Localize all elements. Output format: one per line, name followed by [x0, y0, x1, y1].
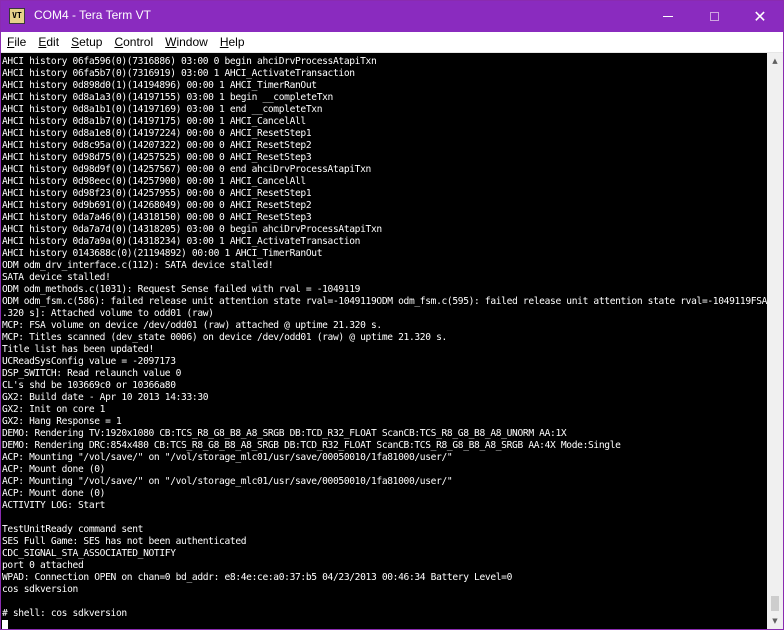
terminal-line: AHCI history 06fa5b7(0)(7316919) 03:00 1… [2, 68, 355, 79]
terminal-line: DSP_SWITCH: Read relaunch value 0 [2, 368, 182, 379]
terminal-line: TestUnitReady command sent [2, 524, 144, 535]
vertical-scrollbar[interactable]: ▲ ▼ [767, 53, 783, 629]
terminal-line: ACP: Mounting "/vol/save/" on "/vol/stor… [2, 452, 453, 463]
terminal-line: GX2: Build date - Apr 10 2013 14:33:30 [2, 392, 209, 403]
terminal-line: ACP: Mounting "/vol/save/" on "/vol/stor… [2, 476, 453, 487]
terminal-line: ODM odm_drv_interface.c(112): SATA devic… [2, 260, 274, 271]
terminal-line: AHCI history 0da7a9a(0)(14318234) 03:00 … [2, 236, 361, 247]
terminal-line: port 0 attached [2, 560, 84, 571]
terminal-line: DEMO: Rendering DRC:854x480 CB:TCS_R8_G8… [2, 440, 621, 451]
menu-setup-label: etup [79, 35, 103, 49]
terminal-line: DEMO: Rendering TV:1920x1080 CB:TCS_R8_G… [2, 428, 567, 439]
terminal-line: ODM odm_methods.c(1031): Request Sense f… [2, 284, 361, 295]
tera-term-window: VT COM4 - Tera Term VT ✕ File Edit Setup… [0, 0, 784, 630]
menu-window-label: indow [176, 35, 208, 49]
terminal-line: AHCI history 0d98d9f(0)(14257567) 00:00 … [2, 164, 371, 175]
menu-control[interactable]: Control [109, 35, 158, 49]
terminal-line: AHCI history 0d8a1a3(0)(14197155) 03:00 … [2, 92, 333, 103]
terminal-line: .320 s]: Attached volume to odd01 (raw) [2, 308, 214, 319]
terminal-line: ACTIVITY LOG: Start [2, 500, 106, 511]
menu-help-accel: H [219, 35, 229, 49]
menu-edit[interactable]: Edit [33, 35, 64, 49]
terminal-line: AHCI history 0143688c(0)(21194892) 00:00… [2, 248, 323, 259]
terminal-line: Title list has been updated! [2, 344, 154, 355]
menu-window[interactable]: Window [160, 35, 213, 49]
menu-help-label: elp [228, 35, 245, 49]
menu-window-accel: W [165, 35, 177, 49]
terminal-line: AHCI history 0d8a1e8(0)(14197224) 00:00 … [2, 128, 312, 139]
menu-control-label: ontrol [123, 35, 154, 49]
menu-bar: File Edit Setup Control Window Help [1, 32, 783, 53]
terminal-line: WPAD: Connection OPEN on chan=0 bd_addr:… [2, 572, 513, 583]
terminal-line: SES Full Game: SES has not been authenti… [2, 536, 247, 547]
terminal-line: MCP: FSA volume on device /dev/odd01 (ra… [2, 320, 382, 331]
terminal-cursor [2, 620, 8, 629]
title-bar[interactable]: VT COM4 - Tera Term VT ✕ [1, 1, 783, 32]
close-icon: ✕ [753, 6, 767, 26]
terminal-line: MCP: Titles scanned (dev_state 0006) on … [2, 332, 447, 343]
terminal-line: ACP: Mount done (0) [2, 488, 106, 499]
menu-file-label: ile [14, 35, 27, 49]
scrollbar-thumb[interactable] [771, 596, 779, 611]
terminal-line: AHCI history 06fa596(0)(7316886) 03:00 0… [2, 56, 377, 67]
window-title: COM4 - Tera Term VT [34, 8, 151, 22]
minimize-button[interactable] [645, 1, 691, 32]
menu-setup[interactable]: Setup [66, 35, 107, 49]
scroll-down-arrow-icon[interactable]: ▼ [767, 613, 783, 629]
terminal-line: AHCI history 0da7a7d(0)(14318205) 03:00 … [2, 224, 382, 235]
terminal-line: ACP: Mount done (0) [2, 464, 106, 475]
minimize-icon [663, 16, 673, 17]
terminal-line: GX2: Hang Response = 1 [2, 416, 122, 427]
terminal-line: AHCI history 0d898d0(1)(14194896) 00:00 … [2, 80, 317, 91]
terminal-line: CDC_SIGNAL_STA_ASSOCIATED_NOTIFY [2, 548, 176, 559]
terminal-line: ODM odm_fsm.c(586): failed release unit … [2, 296, 767, 307]
menu-setup-accel: S [71, 35, 80, 49]
terminal-line: GX2: Init on core 1 [2, 404, 106, 415]
terminal-line: AHCI history 0d98d75(0)(14257525) 00:00 … [2, 152, 312, 163]
terminal-line: AHCI history 0d9b691(0)(14268049) 00:00 … [2, 200, 312, 211]
terminal-line: UCReadSysConfig value = -2097173 [2, 356, 176, 367]
terminal-line: AHCI history 0d98eec(0)(14257900) 00:00 … [2, 176, 306, 187]
terminal-line: AHCI history 0d8c95a(0)(14207322) 00:00 … [2, 140, 312, 151]
scroll-up-arrow-icon[interactable]: ▲ [767, 53, 783, 69]
terminal-line: SATA device stalled! [2, 272, 111, 283]
menu-help[interactable]: Help [215, 35, 250, 49]
maximize-button[interactable] [691, 1, 737, 32]
terminal-line: AHCI history 0d8a1b7(0)(14197175) 00:00 … [2, 116, 306, 127]
terminal-line: # shell: cos sdkversion [2, 608, 127, 619]
terminal-line: CL's shd be 103669c0 or 10366a80 [2, 380, 176, 391]
terminal-screen[interactable]: AHCI history 06fa596(0)(7316886) 03:00 0… [1, 53, 767, 629]
tera-term-app-icon[interactable]: VT [9, 8, 25, 24]
terminal-output: AHCI history 06fa596(0)(7316886) 03:00 0… [2, 56, 767, 620]
terminal-line: cos sdkversion [2, 584, 78, 595]
menu-file[interactable]: File [1, 35, 31, 49]
terminal-line: AHCI history 0d8a1b1(0)(14197169) 03:00 … [2, 104, 323, 115]
close-button[interactable]: ✕ [737, 1, 783, 32]
terminal-line: AHCI history 0da7a46(0)(14318150) 00:00 … [2, 212, 312, 223]
maximize-icon [709, 12, 719, 21]
menu-control-accel: C [114, 35, 124, 49]
menu-edit-label: dit [46, 35, 60, 49]
terminal-line: AHCI history 0d98f23(0)(14257955) 00:00 … [2, 188, 312, 199]
